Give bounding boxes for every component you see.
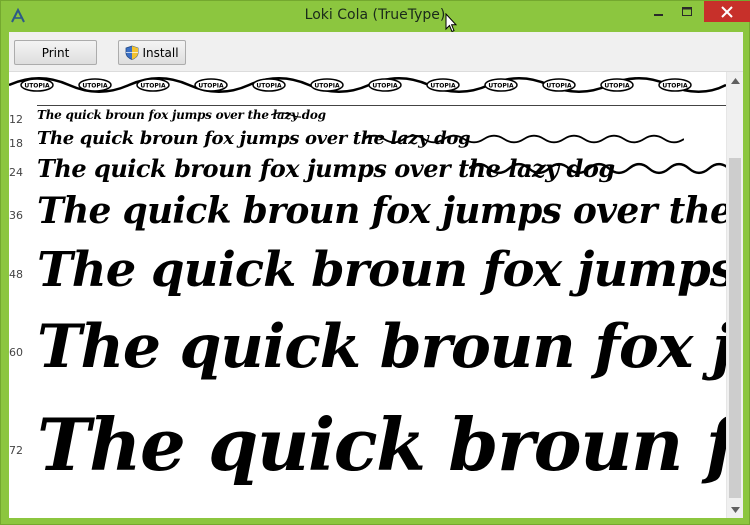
close-icon bbox=[721, 5, 733, 18]
charset-badge-text: UTOPIA bbox=[372, 83, 398, 90]
size-label: 48 bbox=[9, 268, 23, 281]
size-label: 36 bbox=[9, 209, 23, 222]
charset-badge: UTOPIA bbox=[20, 78, 54, 92]
sample-row-24: 24 The quick broun fox jumps over the laz… bbox=[9, 154, 726, 190]
mouse-cursor-icon bbox=[445, 13, 457, 33]
sample-row-60: 60 The quick broun fox jumps over the laz… bbox=[9, 312, 726, 402]
charset-badge: UTOPIA bbox=[542, 78, 576, 92]
sample-text: The quick broun fox jumps over the lazy … bbox=[37, 312, 726, 382]
title-bar[interactable]: Loki Cola (TrueType) bbox=[1, 1, 750, 33]
sample-row-72: 72 The quick broun fox jumps over the laz… bbox=[9, 402, 726, 510]
charset-badge-text: UTOPIA bbox=[430, 83, 456, 90]
vertical-scrollbar[interactable] bbox=[726, 72, 743, 518]
size-label: 60 bbox=[9, 346, 23, 359]
utopia-ornament bbox=[271, 112, 301, 118]
sample-row-12: 12 The quick broun fox jumps over the laz… bbox=[9, 108, 726, 126]
size-label: 12 bbox=[9, 113, 23, 126]
size-label: 24 bbox=[9, 166, 23, 179]
charset-badge: UTOPIA bbox=[252, 78, 286, 92]
utopia-ornament bbox=[469, 162, 726, 175]
charset-badge: UTOPIA bbox=[426, 78, 460, 92]
print-button[interactable]: Print bbox=[14, 40, 97, 65]
size-label: 18 bbox=[9, 137, 23, 150]
sample-row-48: 48 The quick broun fox jumps over the laz… bbox=[9, 242, 726, 314]
sample-row-18: 18 The quick broun fox jumps over the laz… bbox=[9, 128, 726, 155]
charset-badge: UTOPIA bbox=[310, 78, 344, 92]
sample-text: The quick broun fox jumps over the lazy … bbox=[37, 190, 726, 232]
charset-badge: UTOPIA bbox=[136, 78, 170, 92]
utopia-ornament bbox=[364, 134, 684, 144]
charset-badge-text: UTOPIA bbox=[198, 83, 224, 90]
charset-badge-text: UTOPIA bbox=[546, 83, 572, 90]
maximize-button[interactable] bbox=[673, 1, 701, 22]
install-label: Install bbox=[142, 45, 179, 60]
toolbar: Print Install bbox=[9, 32, 743, 72]
charset-badge: UTOPIA bbox=[368, 78, 402, 92]
charset-badge: UTOPIA bbox=[484, 78, 518, 92]
charset-badge-text: UTOPIA bbox=[140, 83, 166, 90]
font-viewer-window: Loki Cola (TrueType) Print Install UTOPI… bbox=[0, 0, 750, 525]
scroll-up-button[interactable] bbox=[727, 72, 744, 89]
uac-shield-icon bbox=[126, 45, 139, 60]
scroll-down-button[interactable] bbox=[727, 501, 744, 518]
window-title: Loki Cola (TrueType) bbox=[304, 7, 446, 23]
maximize-icon bbox=[682, 6, 692, 16]
charset-badge: UTOPIA bbox=[658, 78, 692, 92]
charset-badge-text: UTOPIA bbox=[24, 83, 50, 90]
sample-row-36: 36 The quick broun fox jumps over the laz… bbox=[9, 190, 726, 244]
character-set-line: UTOPIA UTOPIA UTOPIA UTOPIA UTOPIA UTOPIA UTOP… bbox=[9, 77, 726, 93]
charset-badge: UTOPIA bbox=[194, 78, 228, 92]
font-preview-area[interactable]: UTOPIA UTOPIA UTOPIA UTOPIA UTOPIA UTOPIA UTOP… bbox=[9, 72, 726, 518]
size-label: 72 bbox=[9, 444, 23, 457]
scroll-thumb[interactable] bbox=[729, 158, 741, 498]
charset-badge-text: UTOPIA bbox=[488, 83, 514, 90]
charset-badge: UTOPIA bbox=[600, 78, 634, 92]
charset-badge-text: UTOPIA bbox=[256, 83, 282, 90]
sample-text: The quick broun fox jumps over the lazy … bbox=[37, 242, 726, 298]
charset-divider bbox=[37, 105, 726, 106]
charset-badge-text: UTOPIA bbox=[314, 83, 340, 90]
chevron-up-icon bbox=[731, 77, 740, 84]
close-button[interactable] bbox=[704, 1, 750, 22]
charset-badge-text: UTOPIA bbox=[662, 83, 688, 90]
charset-badge-text: UTOPIA bbox=[604, 83, 630, 90]
install-button[interactable]: Install bbox=[118, 40, 186, 65]
minimize-button[interactable] bbox=[645, 1, 673, 22]
chevron-down-icon bbox=[731, 506, 740, 513]
sample-text: The quick broun fox jumps over the lazy … bbox=[37, 402, 726, 487]
minimize-icon bbox=[654, 13, 663, 16]
charset-badge-text: UTOPIA bbox=[82, 83, 108, 90]
charset-badge: UTOPIA bbox=[78, 78, 112, 92]
